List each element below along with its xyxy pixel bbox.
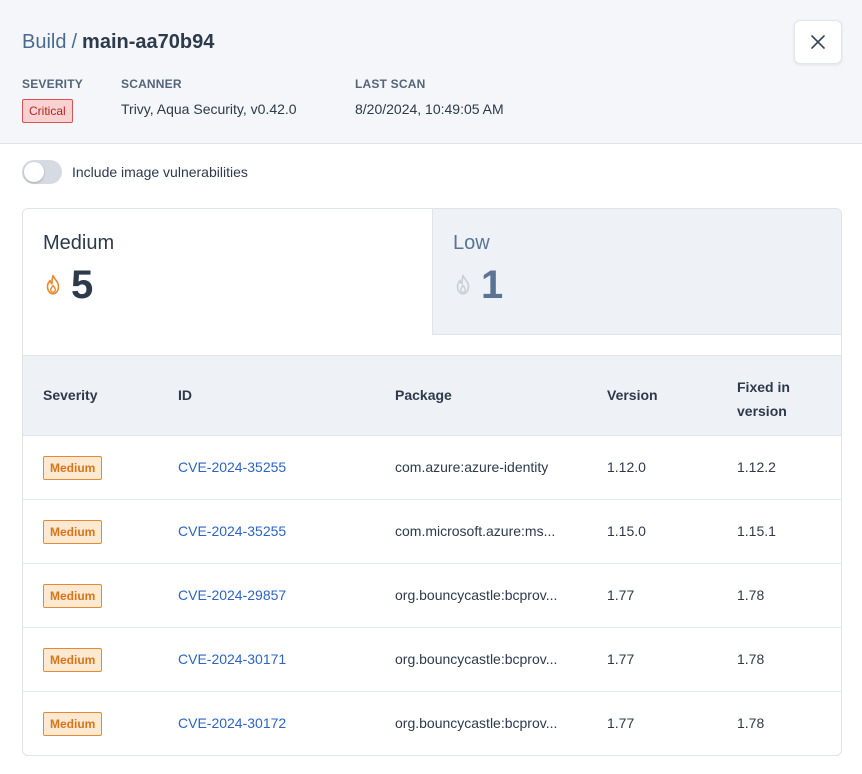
cve-id-link[interactable]: CVE-2024-35255 [178,523,286,539]
column-header-version[interactable]: Version [607,387,658,403]
scanner-value: Trivy, Aqua Security, v0.42.0 [121,101,297,117]
fixed-version-cell: 1.12.2 [737,459,776,475]
page-title: Build / main-aa70b94 [22,30,214,54]
package-cell: com.azure:azure-identity [395,459,549,475]
toggle-label: Include image vulnerabilities [72,164,248,180]
fixed-version-cell: 1.78 [737,715,765,731]
package-cell: com.microsoft.azure:ms... [395,523,556,539]
panel-spacer [23,335,841,355]
severity-label: SEVERITY [22,77,83,91]
fixed-version-cell: 1.15.1 [737,523,776,539]
severity-badge-medium: Medium [43,584,103,608]
table-row[interactable]: Medium CVE-2024-30172 org.bouncycastle:b… [23,692,841,755]
tab-medium[interactable]: Medium 5 [23,209,433,335]
tab-low[interactable]: Low 1 [433,209,841,335]
close-icon [811,35,825,49]
version-cell: 1.77 [607,587,635,603]
include-image-vulnerabilities-toggle[interactable] [22,160,62,184]
table-row[interactable]: Medium CVE-2024-30171 org.bouncycastle:b… [23,628,841,692]
breadcrumb-separator: / [71,31,78,53]
last-scan-value: 8/20/2024, 10:49:05 AM [355,101,504,117]
tab-medium-title: Medium [43,232,115,254]
package-cell: org.bouncycastle:bcprov... [395,715,558,731]
toggle-knob [24,162,44,182]
close-button[interactable] [794,20,842,64]
build-name: main-aa70b94 [82,31,215,53]
drawer-header: Build / main-aa70b94 SEVERITY Critical SCA… [0,0,862,144]
breadcrumb-build[interactable]: Build [22,31,66,53]
table-row[interactable]: Medium CVE-2024-29857 org.bouncycastle:b… [23,564,841,628]
column-header-severity[interactable]: Severity [43,387,97,403]
fixed-version-cell: 1.78 [737,587,765,603]
column-header-package[interactable]: Package [395,387,452,403]
flame-icon [456,274,470,295]
cve-id-link[interactable]: CVE-2024-29857 [178,587,286,603]
last-scan-label: LAST SCAN [355,77,426,91]
severity-badge: Critical [22,99,73,123]
package-cell: org.bouncycastle:bcprov... [395,587,558,603]
severity-cell: Medium [43,648,103,672]
vulnerabilities-table: Severity ID Package Version Fixed in ver… [23,355,841,755]
column-header-fixed-in-version[interactable]: Fixed in version [737,375,827,423]
tab-low-count: 1 [481,263,504,307]
tab-low-title: Low [453,232,490,254]
cve-id-link[interactable]: CVE-2024-30171 [178,651,286,667]
scanner-label: SCANNER [121,77,182,91]
version-cell: 1.77 [607,651,635,667]
table-row[interactable]: Medium CVE-2024-35255 com.microsoft.azur… [23,500,841,564]
severity-cell: Medium [43,584,103,608]
severity-tabs: Medium 5 Low 1 [23,209,841,335]
severity-cell: Medium [43,520,103,544]
cve-id-link[interactable]: CVE-2024-30172 [178,715,286,731]
table-row[interactable]: Medium CVE-2024-35255 com.azure:azure-id… [23,436,841,500]
flame-icon [46,274,60,295]
severity-badge-medium: Medium [43,712,103,736]
version-cell: 1.15.0 [607,523,646,539]
cve-id-link[interactable]: CVE-2024-35255 [178,459,286,475]
table-header: Severity ID Package Version Fixed in ver… [23,355,841,436]
fixed-version-cell: 1.78 [737,651,765,667]
version-cell: 1.12.0 [607,459,646,475]
severity-badge-medium: Medium [43,520,103,544]
column-header-id[interactable]: ID [178,387,192,403]
severity-cell: Medium [43,712,103,736]
package-cell: org.bouncycastle:bcprov... [395,651,558,667]
severity-badge-medium: Medium [43,456,103,480]
tab-medium-count: 5 [71,263,94,307]
version-cell: 1.77 [607,715,635,731]
severity-cell: Medium [43,456,103,480]
severity-badge-medium: Medium [43,648,103,672]
vulnerabilities-panel: Medium 5 Low 1 Severity ID Package Versi… [22,208,842,756]
